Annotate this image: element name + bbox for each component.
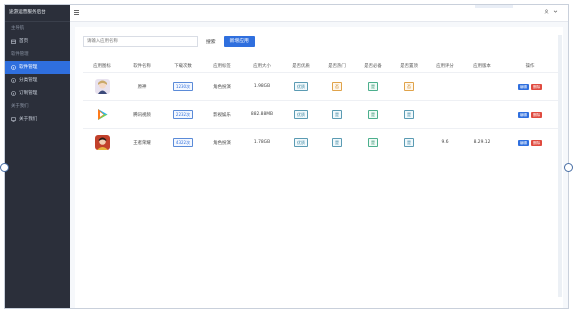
video-play-icon	[94, 107, 110, 122]
resize-handle-left[interactable]	[0, 163, 9, 172]
col-icon: 应用图标	[93, 64, 111, 69]
downloads-badge: 1230次	[172, 82, 194, 91]
col-actions: 操作	[525, 64, 535, 69]
sidebar-item-software[interactable]: 软件管理	[5, 61, 70, 74]
user-icon	[544, 9, 549, 16]
game-hero-icon	[94, 135, 110, 150]
must-badge: 是	[368, 82, 378, 91]
app-window: 途游运营服务后台 主导航 首页 软件管理 软件管理 分类管理 订制管理 关于我们…	[4, 4, 569, 309]
row-actions: 编辑 删除	[517, 83, 543, 90]
app-tag: 影视娱乐	[203, 100, 241, 129]
top-bar	[70, 5, 568, 22]
col-size: 应用大小	[253, 64, 271, 69]
sidebar-item-label: 订制管理	[19, 91, 38, 96]
app-score	[427, 72, 463, 101]
sidebar-item-label: 分类管理	[19, 78, 38, 83]
app-tag: 角色扮演	[203, 72, 241, 101]
table-row: 腾讯视频 2232次 影视娱乐 882.88MB 优质 是 是 是 编辑 删除	[83, 100, 559, 129]
resize-handle-right[interactable]	[564, 163, 573, 172]
col-tag: 应用标签	[213, 64, 231, 69]
brand-title: 途游运营服务后台	[5, 5, 70, 22]
app-size: 882.88MB	[241, 100, 283, 129]
row-actions: 编辑 删除	[517, 139, 543, 146]
sidebar-item-category[interactable]: 分类管理	[5, 74, 70, 87]
top-badge: 是	[404, 138, 414, 147]
app-table: 应用图标 软件名称 下载次数 应用标签 应用大小 是否优质 是否热门 是否必备 …	[83, 60, 559, 156]
col-hot: 是否热门	[328, 64, 346, 69]
app-size: 1.78GB	[241, 128, 283, 156]
table-header: 应用图标 软件名称 下载次数 应用标签 应用大小 是否优质 是否热门 是否必备 …	[83, 60, 559, 73]
hot-badge: 否	[332, 82, 342, 91]
menu-group-software: 软件管理	[11, 52, 29, 57]
table-row: 原神 1230次 角色扮演 1.98GB 优质 否 是 否 编辑 删除	[83, 72, 559, 101]
chevron-down-icon	[553, 9, 558, 16]
col-downloads: 下载次数	[174, 64, 192, 69]
game-avatar-icon	[94, 79, 110, 94]
col-version: 应用版本	[473, 64, 491, 69]
info-icon	[11, 65, 16, 70]
app-version: 8.29.12	[463, 128, 501, 156]
search-input[interactable]	[83, 36, 198, 47]
monitor-icon	[11, 117, 16, 122]
must-badge: 是	[368, 110, 378, 119]
app-version	[463, 72, 501, 101]
app-size: 1.98GB	[241, 72, 283, 101]
sidebar-item-label: 首页	[19, 39, 29, 44]
downloads-badge: 2232次	[172, 110, 194, 119]
app-name: 腾讯视频	[121, 100, 163, 129]
top-badge: 是	[404, 110, 414, 119]
col-score: 应用评分	[436, 64, 454, 69]
edit-button[interactable]: 编辑	[517, 83, 529, 90]
sidebar-item-about[interactable]: 关于我们	[5, 113, 70, 126]
delete-button[interactable]: 删除	[531, 139, 543, 146]
col-top: 是否置顶	[400, 64, 418, 69]
home-icon	[11, 39, 16, 44]
row-actions: 编辑 删除	[517, 111, 543, 118]
sidebar-item-custom[interactable]: 订制管理	[5, 87, 70, 100]
top-badge: 否	[404, 82, 414, 91]
sidebar: 途游运营服务后台 主导航 首页 软件管理 软件管理 分类管理 订制管理 关于我们…	[5, 5, 70, 308]
col-must: 是否必备	[364, 64, 382, 69]
main-panel: 搜索 新增应用 应用图标 软件名称 下载次数 应用标签 应用大小 是否优质 是否…	[75, 27, 563, 308]
col-name: 软件名称	[133, 64, 151, 69]
info-icon	[11, 78, 16, 83]
downloads-badge: 4322次	[172, 138, 194, 147]
hot-badge: 是	[332, 110, 342, 119]
vertical-scrollbar[interactable]	[558, 35, 562, 297]
menu-group-about: 关于我们	[11, 104, 29, 109]
search-button[interactable]: 搜索	[203, 38, 219, 45]
delete-button[interactable]: 删除	[531, 83, 543, 90]
edit-button[interactable]: 编辑	[517, 139, 529, 146]
must-badge: 是	[368, 138, 378, 147]
quality-badge: 优质	[294, 138, 308, 147]
edit-button[interactable]: 编辑	[517, 111, 529, 118]
app-tag: 角色扮演	[203, 128, 241, 156]
table-row: 王者荣耀 4322次 角色扮演 1.78GB 优质 是 是 是 9.6 8.29…	[83, 128, 559, 156]
search-bar: 搜索 新增应用	[83, 35, 255, 48]
quality-badge: 优质	[294, 82, 308, 91]
app-score	[427, 100, 463, 129]
app-name: 王者荣耀	[121, 128, 163, 156]
user-menu[interactable]	[544, 9, 558, 16]
sidebar-item-label: 关于我们	[19, 117, 38, 122]
delete-button[interactable]: 删除	[531, 111, 543, 118]
add-app-button[interactable]: 新增应用	[223, 36, 255, 47]
sidebar-item-label: 软件管理	[19, 65, 38, 70]
app-version	[463, 100, 501, 129]
sidebar-item-home[interactable]: 首页	[5, 35, 70, 48]
hamburger-icon[interactable]	[74, 10, 79, 15]
info-icon	[11, 91, 16, 96]
col-quality: 是否优质	[292, 64, 310, 69]
top-highlight	[475, 5, 513, 8]
app-name: 原神	[121, 72, 163, 101]
quality-badge: 优质	[294, 110, 308, 119]
hot-badge: 是	[332, 138, 342, 147]
app-score: 9.6	[427, 128, 463, 156]
menu-group-main: 主导航	[11, 26, 25, 31]
